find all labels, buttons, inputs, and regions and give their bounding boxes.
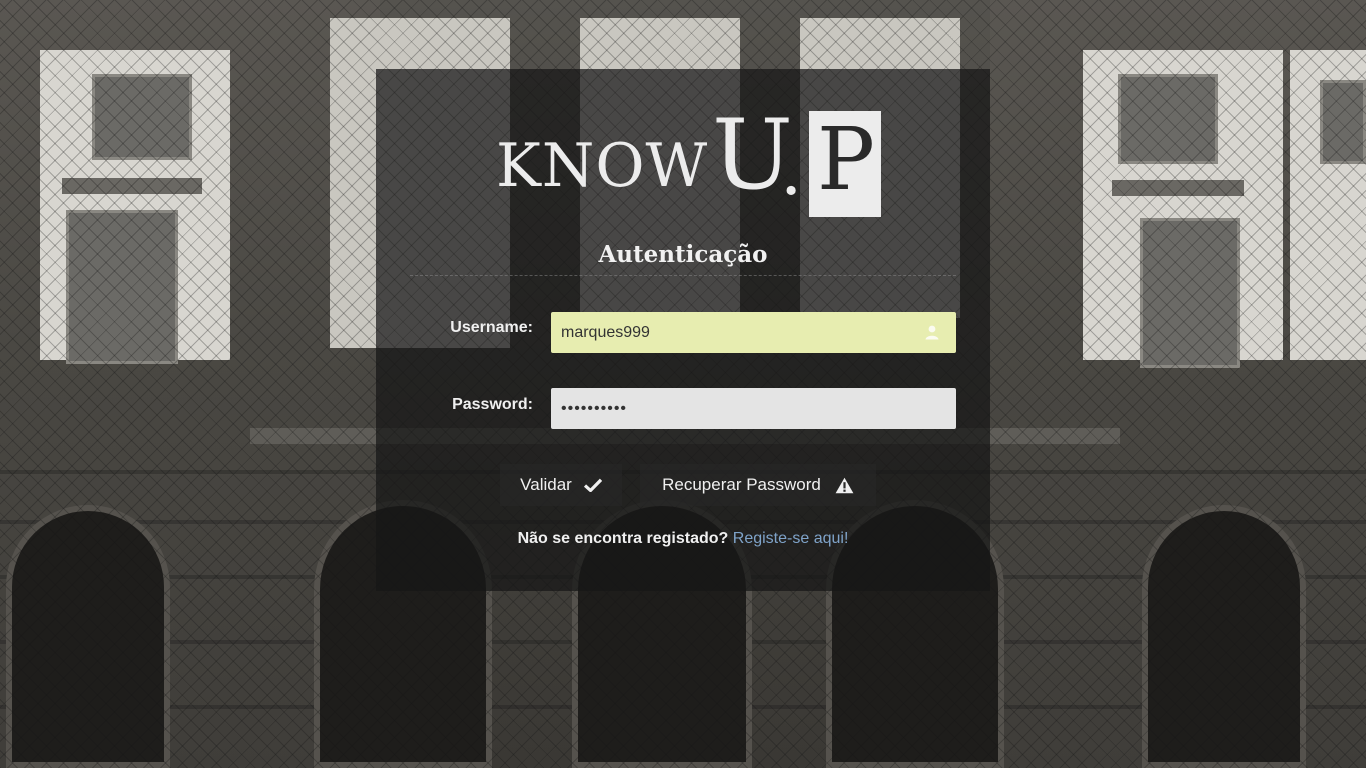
validate-button-label: Validar: [520, 475, 572, 494]
logo-p-text: P: [817, 110, 875, 210]
check-icon: [583, 478, 602, 492]
user-icon: [925, 325, 939, 340]
username-field[interactable]: [551, 312, 956, 353]
password-label: Password:: [452, 396, 533, 413]
username-label: Username:: [450, 319, 533, 336]
recover-button-label: Recuperar Password: [662, 475, 821, 494]
register-prompt: Não se encontra registado? Registe-se aq…: [376, 530, 990, 548]
login-panel: KNOW U . P Autenticação Username: Passwo…: [376, 69, 990, 591]
knowup-logo: KNOW U . P: [496, 105, 886, 221]
register-link[interactable]: Registe-se aqui!: [733, 530, 849, 547]
recover-password-button[interactable]: Recuperar Password: [640, 464, 876, 506]
password-field[interactable]: [551, 388, 956, 429]
title-divider: [410, 275, 956, 276]
validate-button[interactable]: Validar: [500, 464, 622, 506]
warning-icon: [835, 477, 854, 494]
register-prompt-text: Não se encontra registado?: [517, 530, 729, 547]
logo-p-box: P: [809, 111, 881, 217]
logo-know-text: KNOW: [496, 131, 709, 201]
page-title: Autenticação: [598, 241, 768, 268]
logo-dot-text: .: [780, 129, 803, 211]
